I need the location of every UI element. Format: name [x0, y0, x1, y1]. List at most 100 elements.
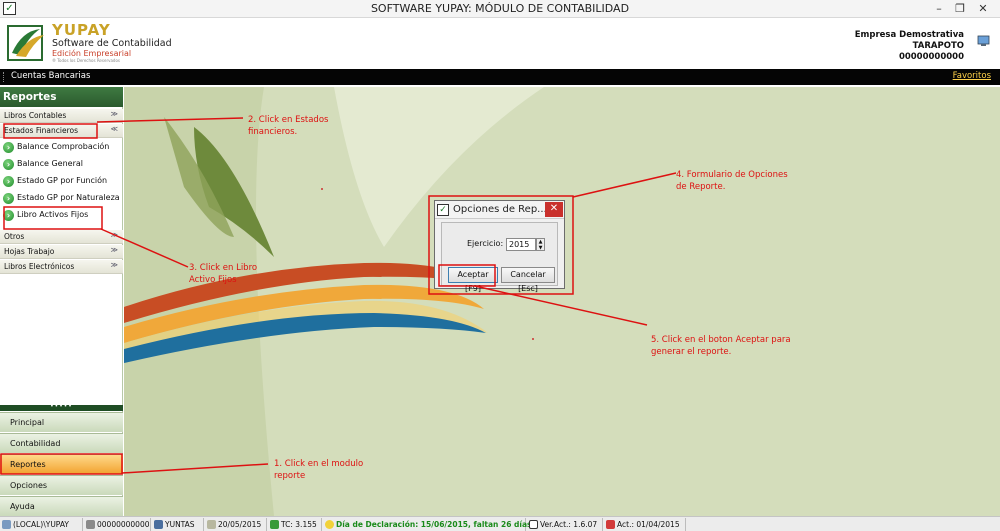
arrow-circle-icon: › — [3, 210, 14, 221]
group-hojas-trabajo[interactable]: Hojas Trabajo ≫ — [0, 245, 123, 259]
calendar-red-icon — [606, 520, 615, 529]
report-item-label: Estado GP por Naturaleza — [17, 193, 120, 202]
status-version: Ver.Act.: 1.6.07 — [527, 518, 603, 531]
company-info: Empresa Demostrativa TARAPOTO 0000000000… — [855, 30, 964, 63]
dialog-close-button[interactable]: ✕ — [545, 202, 563, 217]
report-item-estado-gp-naturaleza[interactable]: › Estado GP por Naturaleza — [0, 190, 123, 207]
status-tc-text: TC: 3.155 — [281, 520, 317, 529]
group-libros-contables[interactable]: Libros Contables ≫ — [0, 109, 123, 123]
marker-dot — [321, 188, 323, 190]
status-user: YUNTAS — [152, 518, 204, 531]
lightbulb-icon — [325, 520, 334, 529]
group-label: Estados Financieros — [4, 126, 79, 135]
year-spinner[interactable]: ▲ ▼ — [536, 238, 545, 251]
window-title: SOFTWARE YUPAY: MÓDULO DE CONTABILIDAD — [370, 2, 630, 15]
brand-subtitle: Software de Contabilidad — [52, 38, 172, 49]
chevron-down-icon: ≫ — [110, 246, 118, 254]
status-declaration: Día de Declaración: 15/06/2015, faltan 2… — [323, 518, 532, 531]
status-act: Act.: 01/04/2015 — [604, 518, 686, 531]
panel-splitter[interactable]: ••••• — [0, 404, 123, 411]
chevron-up-icon: ≪ — [110, 125, 118, 133]
dialog-check-icon: ✓ — [437, 204, 449, 216]
module-principal[interactable]: Principal — [0, 412, 123, 432]
report-item-estado-gp-funcion[interactable]: › Estado GP por Función — [0, 173, 123, 190]
brand-tagline: ® Todos los Derechos Reservados — [52, 58, 120, 63]
annotation-step5: 5. Click en el boton Aceptar para genera… — [651, 335, 791, 357]
workspace-background — [124, 87, 1000, 516]
group-label: Libros Electrónicos — [4, 262, 75, 271]
module-opciones[interactable]: Opciones — [0, 475, 123, 495]
dollar-icon — [270, 520, 279, 529]
report-item-label: Libro Activos Fijos — [17, 210, 89, 219]
arrow-circle-icon: › — [3, 142, 14, 153]
annotation-step2: 2. Click en Estados financieros. — [248, 115, 329, 137]
menu-bar: Cuentas Bancarias Favoritos — [0, 69, 1000, 85]
user-icon — [154, 520, 163, 529]
arrow-circle-icon: › — [3, 176, 14, 187]
status-ruc-text: 00000000000 — [97, 520, 150, 529]
annotation-step1: 1. Click en el modulo reporte — [274, 459, 364, 481]
chevron-down-icon: ≫ — [110, 231, 118, 239]
yupay-logo-icon — [7, 25, 44, 61]
status-version-text: Ver.Act.: 1.6.07 — [540, 520, 598, 529]
report-item-label: Balance Comprobación — [17, 142, 110, 151]
close-button[interactable]: ✕ — [970, 0, 996, 18]
status-date: 20/05/2015 — [205, 518, 267, 531]
year-label: Ejercicio: — [467, 239, 504, 248]
module-reportes[interactable]: Reportes — [0, 454, 123, 474]
status-user-text: YUNTAS — [165, 520, 195, 529]
module-ayuda[interactable]: Ayuda — [0, 496, 123, 516]
dialog-body: Ejercicio: 2015 ▲ ▼ Aceptar [F9] Cancelar… — [441, 222, 558, 293]
report-item-libro-activos-fijos[interactable]: › Libro Activos Fijos — [0, 207, 123, 224]
breadcrumb[interactable]: Cuentas Bancarias — [11, 71, 90, 81]
company-ruc: 00000000000 — [898, 52, 964, 62]
logo-text: YUPAY Software de Contabilidad Edición E… — [52, 21, 172, 64]
company-name: Empresa Demostrativa — [854, 30, 964, 40]
annotation-step3: 3. Click en Libro Activo Fijos — [189, 263, 258, 285]
status-server-text: (LOCAL)\YUPAY — [13, 520, 69, 529]
toolbar-grip[interactable] — [3, 72, 6, 82]
status-bar: (LOCAL)\YUPAY 00000000000 YUNTAS 20/05/2… — [0, 516, 1000, 531]
marker-dot — [532, 338, 534, 340]
group-otros[interactable]: Otros ≫ — [0, 230, 123, 244]
company-settings-icon[interactable] — [977, 34, 990, 47]
arrow-circle-icon: › — [3, 193, 14, 204]
report-item-label: Balance General — [17, 159, 83, 168]
group-label: Otros — [4, 232, 25, 241]
group-label: Hojas Trabajo — [4, 247, 55, 256]
report-options-dialog: Opciones de Rep... ✓ ✕ Ejercicio: 2015 ▲… — [434, 200, 565, 293]
sidebar: Reportes Libros Contables ≫ Estados Fina… — [0, 87, 123, 516]
year-input[interactable]: 2015 — [506, 238, 536, 251]
check-icon — [529, 520, 538, 529]
status-date-text: 20/05/2015 — [218, 520, 262, 529]
brand-edition: Edición Empresarial — [52, 49, 132, 58]
status-act-text: Act.: 01/04/2015 — [617, 520, 680, 529]
status-declaration-text: Día de Declaración: 15/06/2015, faltan 2… — [336, 520, 532, 529]
id-card-icon — [86, 520, 95, 529]
chevron-down-icon: ≫ — [110, 261, 118, 269]
group-estados-financieros[interactable]: Estados Financieros ≪ — [0, 124, 123, 138]
app-header: YUPAY Software de Contabilidad Edición E… — [0, 18, 1000, 68]
workspace — [124, 87, 1000, 516]
report-item-balance-general[interactable]: › Balance General — [0, 156, 123, 173]
chevron-down-icon: ≫ — [110, 110, 118, 118]
sidebar-title: Reportes — [0, 87, 123, 107]
group-libros-electronicos[interactable]: Libros Electrónicos ≫ — [0, 260, 123, 274]
report-item-balance-comprobacion[interactable]: › Balance Comprobación — [0, 139, 123, 156]
cancel-button[interactable]: Cancelar [Esc] — [501, 267, 555, 293]
calendar-icon — [207, 520, 216, 529]
module-contabilidad[interactable]: Contabilidad — [0, 433, 123, 453]
group-label: Libros Contables — [4, 111, 67, 120]
status-server: (LOCAL)\YUPAY — [0, 518, 83, 531]
report-item-label: Estado GP por Función — [17, 176, 108, 185]
status-tc: TC: 3.155 — [268, 518, 322, 531]
company-city: TARAPOTO — [912, 41, 964, 51]
favorites-link[interactable]: Favoritos — [953, 71, 991, 81]
annotation-step4: 4. Formulario de Opciones de Reporte. — [676, 170, 788, 192]
server-icon — [2, 520, 11, 529]
window-titlebar: ✓ SOFTWARE YUPAY: MÓDULO DE CONTABILIDAD… — [0, 0, 1000, 18]
status-ruc: 00000000000 — [84, 518, 151, 531]
brand-name: YUPAY — [52, 21, 111, 39]
accept-button[interactable]: Aceptar [F9] — [448, 267, 498, 293]
arrow-circle-icon: › — [3, 159, 14, 170]
